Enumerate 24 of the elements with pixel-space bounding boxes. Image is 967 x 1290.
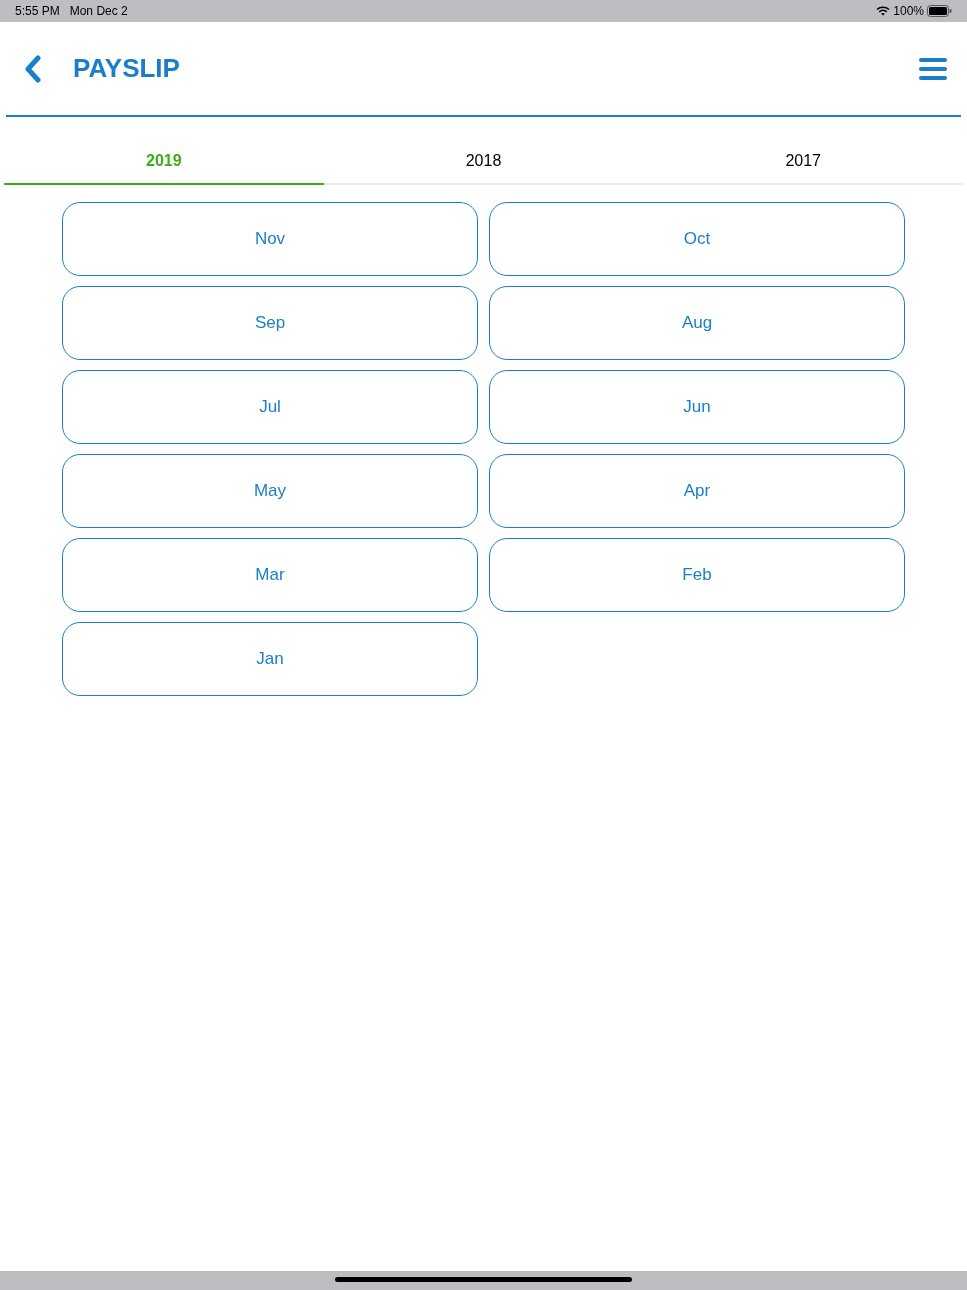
battery-icon (927, 5, 952, 17)
month-button[interactable]: Oct (489, 202, 905, 276)
page-title: PAYSLIP (73, 52, 180, 85)
menu-button[interactable] (919, 55, 947, 82)
month-button[interactable]: Nov (62, 202, 478, 276)
year-tab[interactable]: 2017 (643, 139, 963, 185)
month-button[interactable]: Jun (489, 370, 905, 444)
year-tab[interactable]: 2018 (323, 139, 644, 185)
back-button[interactable] (22, 53, 44, 84)
status-date: Mon Dec 2 (69, 3, 128, 20)
year-tab[interactable]: 2019 (4, 139, 324, 185)
battery-percent: 100% (893, 3, 924, 20)
month-button[interactable]: Apr (489, 454, 905, 528)
month-button[interactable]: Mar (62, 538, 478, 612)
month-button[interactable]: Jan (62, 622, 478, 696)
month-button[interactable]: May (62, 454, 478, 528)
status-time: 5:55 PM (15, 3, 60, 20)
wifi-icon (876, 6, 891, 16)
menu-icon (919, 56, 947, 81)
month-button[interactable]: Feb (489, 538, 905, 612)
month-button[interactable]: Jul (62, 370, 478, 444)
back-chevron-icon (25, 54, 41, 83)
month-button[interactable]: Aug (489, 286, 905, 360)
month-button[interactable]: Sep (62, 286, 478, 360)
